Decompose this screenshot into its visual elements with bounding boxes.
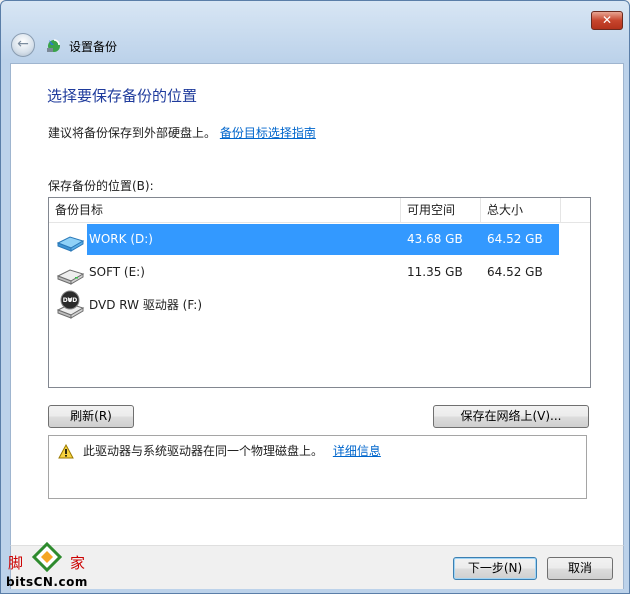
advice-text: 建议将备份保存到外部硬盘上。 (48, 126, 217, 140)
advice-line: 建议将备份保存到外部硬盘上。 备份目标选择指南 (48, 124, 316, 141)
main-content: 选择要保存备份的位置 建议将备份保存到外部硬盘上。 备份目标选择指南 保存备份的… (10, 63, 624, 546)
backup-location-list[interactable]: 备份目标 可用空间 总大小 WORK (D:) 43.68 GB 64.52 G… (48, 197, 591, 388)
watermark-site: bitsCN.com (6, 575, 88, 589)
table-row[interactable]: WORK (D:) 43.68 GB 64.52 GB (49, 224, 590, 255)
button-bar: 下一步(N) 取消 (10, 545, 624, 589)
drive-name: DVD RW 驱动器 (F:) (89, 298, 203, 312)
details-link[interactable]: 详细信息 (333, 444, 381, 458)
window-title: 设置备份 (69, 40, 118, 54)
cancel-button[interactable]: 取消 (547, 557, 613, 580)
drive-total-size: 64.52 GB (487, 265, 543, 279)
svg-text:DVD: DVD (63, 297, 78, 304)
page-heading: 选择要保存备份的位置 (47, 87, 198, 105)
location-label: 保存备份的位置(B): (48, 179, 154, 193)
watermark-char-left: 脚 (8, 554, 24, 572)
warning-line: 此驱动器与系统驱动器在同一个物理磁盘上。 详细信息 (83, 442, 381, 459)
window-frame: ✕ ← 设置备份 选择要保存备份的位置 建议将备份保存到外部硬盘上。 备份目标选… (0, 0, 630, 594)
drive-total-size: 64.52 GB (487, 232, 543, 246)
drive-free-space: 43.68 GB (407, 232, 463, 246)
backup-guide-link[interactable]: 备份目标选择指南 (220, 126, 316, 140)
close-button[interactable]: ✕ (591, 11, 623, 30)
back-arrow-icon: ← (17, 36, 29, 52)
refresh-button[interactable]: 刷新(R) (48, 405, 134, 428)
backup-icon (47, 39, 60, 52)
title-bar: ✕ ← 设置备份 (1, 1, 630, 63)
drive-free-space: 11.35 GB (407, 265, 463, 279)
back-button[interactable]: ← (11, 33, 35, 57)
hard-drive-icon (56, 269, 85, 285)
drive-name: SOFT (E:) (89, 265, 145, 279)
dvd-drive-icon: DVD (56, 290, 85, 319)
list-header: 备份目标 可用空间 总大小 (49, 198, 590, 223)
warning-icon (58, 444, 74, 459)
column-header-free[interactable]: 可用空间 (401, 198, 481, 222)
save-on-network-button[interactable]: 保存在网络上(V)... (433, 405, 589, 428)
next-button[interactable]: 下一步(N) (453, 557, 537, 580)
warning-text: 此驱动器与系统驱动器在同一个物理磁盘上。 (83, 444, 324, 458)
column-header-target[interactable]: 备份目标 (49, 198, 401, 222)
drive-name: WORK (D:) (89, 232, 153, 246)
table-row[interactable]: SOFT (E:) 11.35 GB 64.52 GB (49, 257, 590, 288)
warning-panel: 此驱动器与系统驱动器在同一个物理磁盘上。 详细信息 (48, 435, 587, 499)
table-row[interactable]: DVD DVD RW 驱动器 (F:) (49, 290, 590, 321)
column-header-total[interactable]: 总大小 (481, 198, 561, 222)
hard-drive-icon (56, 236, 85, 252)
watermark-char-right: 家 (70, 554, 86, 572)
